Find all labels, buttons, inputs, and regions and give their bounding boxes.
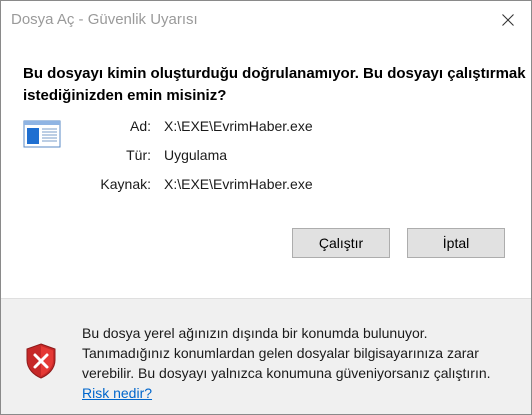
detail-label: Kaynak: <box>100 176 151 192</box>
question-line-2: istediğinizden emin misiniz? <box>23 87 227 104</box>
warning-line-1: Bu dosya yerel ağınızın dışında bir konu… <box>82 325 428 341</box>
detail-value: X:\EXE\EvrimHaber.exe <box>164 118 313 134</box>
security-warning-dialog: Dosya Aç - Güvenlik Uyarısı Bu dosyayı k… <box>0 0 532 415</box>
cancel-button[interactable]: İptal <box>407 228 505 258</box>
warning-line-3: verebilir. Bu dosyayı yalnızca konumuna … <box>82 365 491 381</box>
detail-row-name: Ad: X:\EXE\EvrimHaber.exe <box>1 118 531 138</box>
close-button[interactable] <box>485 1 531 39</box>
question-line-1: Bu dosyayı kimin oluşturduğu doğrulanamı… <box>23 65 526 82</box>
title-bar[interactable]: Dosya Aç - Güvenlik Uyarısı <box>1 1 531 39</box>
close-icon <box>502 14 514 26</box>
security-warning-shield-icon <box>26 343 56 379</box>
detail-value: Uygulama <box>164 147 228 163</box>
warning-message: Bu dosya yerel ağınızın dışında bir konu… <box>82 323 522 383</box>
detail-value: X:\EXE\EvrimHaber.exe <box>164 176 313 192</box>
run-button-label: Çalıştır <box>318 235 364 251</box>
run-button[interactable]: Çalıştır <box>292 228 390 258</box>
main-question: Bu dosyayı kimin oluşturduğu doğrulanamı… <box>23 63 526 107</box>
detail-label: Ad: <box>129 118 151 134</box>
detail-label: Tür: <box>126 147 151 163</box>
window-title: Dosya Aç - Güvenlik Uyarısı <box>11 11 198 28</box>
warning-line-2: Tanımadığınız konumlardan gelen dosyalar… <box>82 345 479 361</box>
warning-footer: Bu dosya yerel ağınızın dışında bir konu… <box>1 299 531 414</box>
risk-link[interactable]: Risk nedir? <box>82 385 152 401</box>
detail-row-source: Kaynak: X:\EXE\EvrimHaber.exe <box>1 176 531 196</box>
cancel-button-label: İptal <box>442 235 470 251</box>
detail-row-type: Tür: Uygulama <box>1 147 531 167</box>
